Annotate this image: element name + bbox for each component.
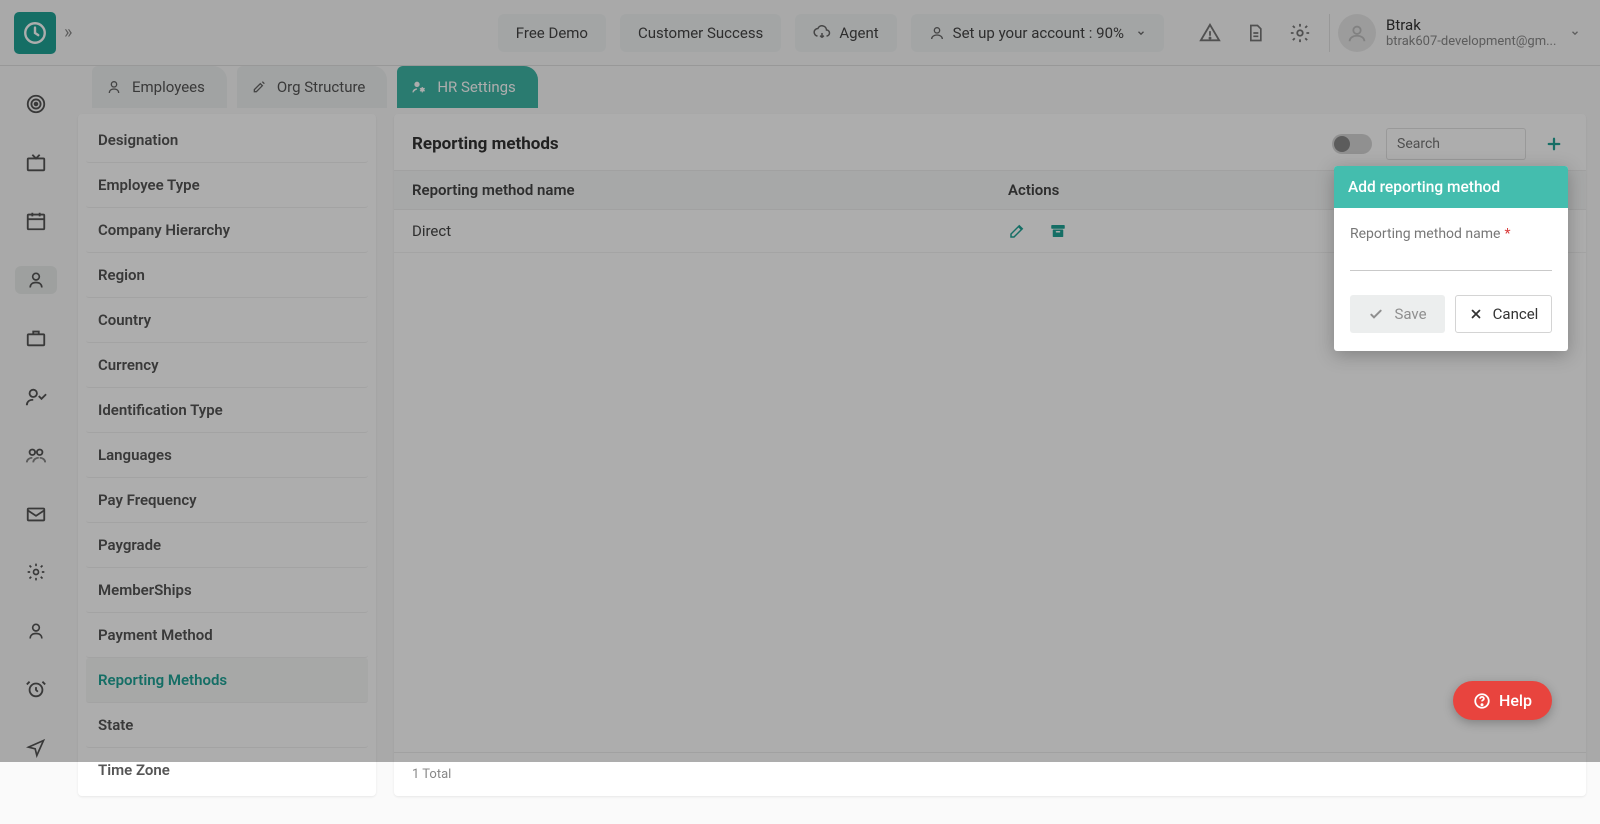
- help-button[interactable]: Help: [1453, 681, 1552, 720]
- help-label: Help: [1499, 691, 1532, 710]
- popover-title: Add reporting method: [1334, 166, 1568, 208]
- save-label: Save: [1394, 305, 1426, 323]
- required-mark: *: [1504, 226, 1510, 242]
- reporting-method-name-input[interactable]: [1350, 244, 1552, 271]
- close-icon: [1469, 307, 1483, 321]
- check-icon: [1368, 306, 1384, 322]
- save-button[interactable]: Save: [1350, 295, 1445, 333]
- field-label-text: Reporting method name: [1350, 226, 1500, 242]
- help-icon: [1473, 692, 1491, 710]
- modal-scrim[interactable]: [0, 0, 1600, 762]
- field-label: Reporting method name*: [1350, 226, 1552, 242]
- add-reporting-method-popover: Add reporting method Reporting method na…: [1334, 166, 1568, 351]
- cancel-label: Cancel: [1493, 305, 1539, 323]
- cancel-button[interactable]: Cancel: [1455, 295, 1552, 333]
